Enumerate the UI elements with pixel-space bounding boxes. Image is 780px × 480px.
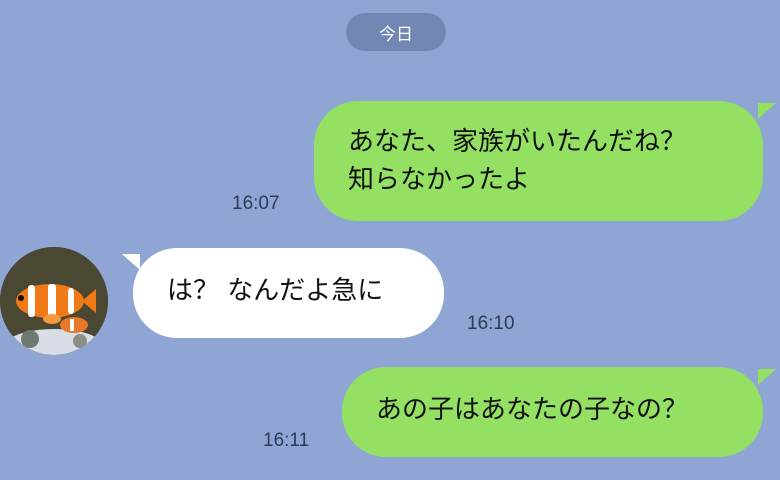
- outgoing-message-bubble[interactable]: あの子はあなたの子なの？: [342, 367, 763, 457]
- incoming-message-bubble[interactable]: は？ なんだよ急に: [133, 248, 444, 338]
- bubble-tail: [758, 103, 776, 119]
- message-line: あの子はあなたの子なの？: [376, 395, 689, 425]
- bubble-tail: [122, 254, 140, 270]
- message-timestamp: 16:07: [232, 193, 280, 214]
- message-timestamp: 16:11: [263, 430, 310, 451]
- message-line: あなた、家族がいたんだね？: [348, 127, 687, 157]
- contact-avatar[interactable]: [0, 247, 108, 355]
- message-timestamp: 16:10: [467, 313, 515, 334]
- clownfish-avatar-icon: [0, 247, 108, 355]
- message-line: は？ なんだよ急に: [167, 276, 384, 306]
- bubble-tail: [758, 369, 776, 385]
- date-divider: 今日: [346, 13, 446, 51]
- outgoing-message-bubble[interactable]: あなた、家族がいたんだね？ 知らなかったよ: [314, 101, 763, 221]
- message-line: 知らなかったよ: [348, 165, 531, 195]
